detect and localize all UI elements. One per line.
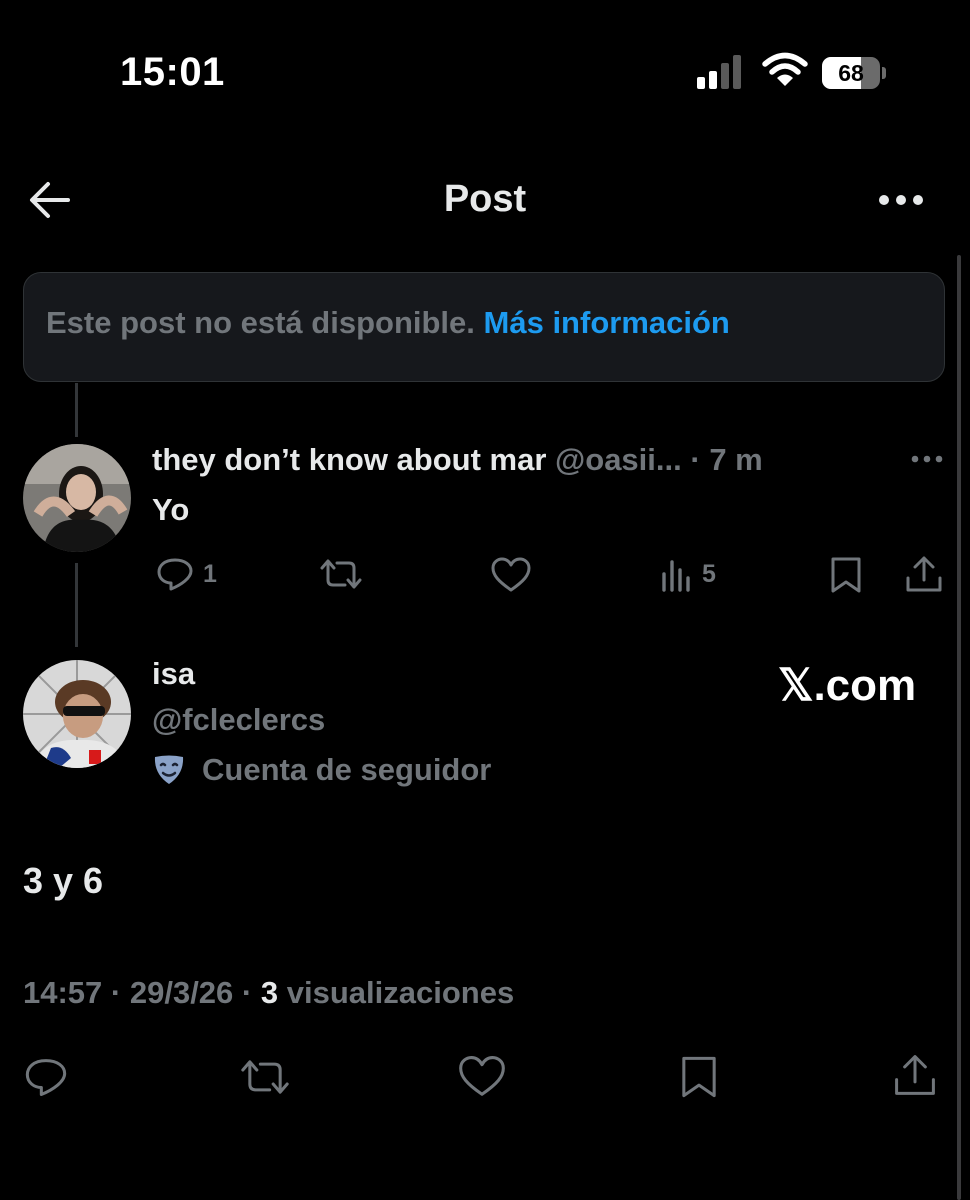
share-icon [895,1055,935,1095]
repost-button[interactable] [238,1056,292,1098]
post-text: 3 y 6 [23,860,104,901]
post-time[interactable]: 14:57 [23,975,102,1010]
like-icon [491,557,531,592]
like-icon [459,1056,505,1096]
page-title: Post [443,178,527,220]
reply-text: Yo [152,492,190,527]
reply-handle[interactable]: @oasii... [555,442,682,477]
author-handle[interactable]: @fcleclercs [152,702,325,738]
bookmark-icon [831,557,861,593]
views-icon [662,560,690,592]
share-button[interactable] [904,554,944,594]
repost-button[interactable] [318,556,364,592]
reply-count: 1 [203,559,217,588]
repost-icon [241,1060,289,1094]
repost-icon [320,559,362,589]
battery-level: 68 [838,60,864,86]
author-name[interactable]: isa [152,656,195,692]
scrollbar[interactable] [957,255,961,1200]
avatar[interactable] [23,660,131,768]
separator-dot: · [681,442,710,477]
reply-display-name[interactable]: they don’t know about mar [152,442,546,477]
more-info-link[interactable]: Más información [484,305,730,340]
fan-account-masks-icon [154,755,184,784]
x-com-watermark: 𝕏.com [778,661,917,710]
avatar[interactable] [23,444,131,552]
views-button[interactable]: 5 [660,556,716,592]
like-button[interactable] [457,1054,507,1099]
unavailable-text: Este post no está disponible. [46,305,475,340]
status-time: 15:01 [120,50,225,94]
fan-account-label: Cuenta de seguidor [202,752,492,787]
cellular-signal-icon [697,55,741,89]
thread-line [75,383,78,437]
views-label[interactable]: visualizaciones [287,975,514,1010]
bookmark-button[interactable] [828,556,864,594]
battery-icon: 68 [822,57,886,89]
reply-icon [25,1059,67,1097]
post-metadata: 14:57 · 29/3/26 · 3 visualizaciones [23,975,514,1011]
unavailable-message: Este post no está disponible. Más inform… [46,305,730,341]
post-date[interactable]: 29/3/26 [130,975,233,1010]
views-count: 5 [702,559,716,588]
separator-dot: · [102,975,130,1010]
reply-button[interactable] [22,1056,70,1098]
separator-dot: · [233,975,261,1010]
reply-button[interactable]: 1 [155,556,217,592]
reply-time[interactable]: 7 m [709,442,762,477]
wifi-icon [762,52,808,86]
like-button[interactable] [490,556,532,594]
more-options-icon[interactable] [876,188,926,212]
reply-icon [157,558,193,591]
thread-line [75,563,78,647]
reply-author-line: they don’t know about mar @oasii... · 7 … [152,442,763,478]
fan-account-badge: Cuenta de seguidor [152,752,491,788]
views-count: 3 [260,975,279,1010]
bookmark-button[interactable] [678,1054,720,1100]
more-icon[interactable] [910,452,944,466]
share-icon [906,556,942,592]
bookmark-icon [682,1056,716,1098]
share-button[interactable] [892,1052,938,1098]
